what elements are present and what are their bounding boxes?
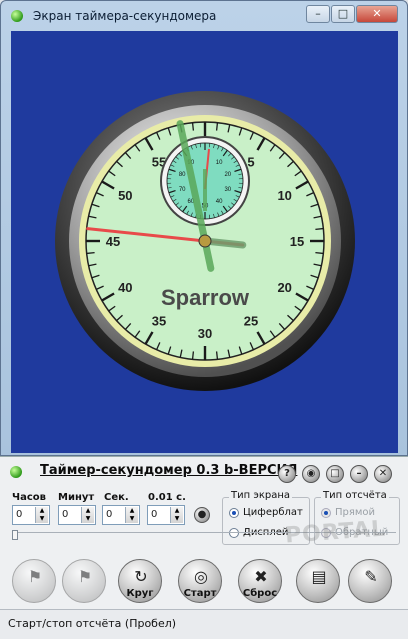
- status-text: Старт/стоп отсчёта (Пробел): [8, 617, 176, 630]
- subdial-number: 70: [179, 187, 186, 193]
- panel-app-icon: [10, 466, 22, 478]
- hours-label: Часов: [12, 492, 46, 503]
- maximize-button[interactable]: □: [331, 5, 355, 23]
- dial-tick: [217, 123, 218, 131]
- dial-number: 50: [118, 188, 132, 203]
- reset-label: Сброс: [239, 588, 281, 599]
- radio-forward-label[interactable]: Прямой: [335, 507, 375, 518]
- subdial-number: 20: [224, 172, 231, 178]
- hours-spinner[interactable]: 0 ▲▼: [12, 505, 50, 525]
- refresh-icon: ↻: [132, 568, 150, 586]
- flag-icon: ⚑: [26, 568, 44, 586]
- dial-tick: [315, 253, 323, 254]
- dial-number: 40: [118, 280, 132, 295]
- minutes-spin-arrows[interactable]: ▲▼: [81, 507, 94, 523]
- hours-value: 0: [16, 509, 22, 520]
- dial-tick: [193, 123, 194, 131]
- dial-brand: Sparrow: [161, 285, 250, 310]
- settings-button[interactable]: ✎: [348, 559, 392, 603]
- stopwatch-window: Экран таймера-секундомера – □ ✕ 05101520…: [0, 0, 408, 456]
- dial-number: 5: [247, 154, 254, 169]
- center-cap: [199, 235, 211, 247]
- log-button[interactable]: ▤: [296, 559, 340, 603]
- dial-tick: [315, 229, 323, 230]
- seconds-label: Сек.: [104, 492, 129, 503]
- control-panel: Таймер-секундомер 0.3 b-ВЕРСИЯ ? ◉ □ – ✕…: [0, 456, 408, 638]
- restore-panel-button[interactable]: □: [326, 465, 344, 483]
- document-icon: ▤: [310, 568, 328, 586]
- dial-number: 25: [244, 314, 258, 329]
- seconds-value: 0: [106, 509, 112, 520]
- radio-dial[interactable]: [229, 508, 239, 518]
- help-button[interactable]: ?: [278, 465, 296, 483]
- centis-value: 0: [151, 509, 157, 520]
- tools-icon: ✎: [362, 568, 380, 586]
- minutes-label: Минут: [58, 492, 94, 503]
- centis-spinner[interactable]: 0 ▲▼: [147, 505, 185, 525]
- minimize-button[interactable]: –: [306, 5, 330, 23]
- start-label: Старт: [179, 588, 221, 599]
- globe-icon: ◎: [192, 568, 210, 586]
- dial-number: 20: [277, 280, 291, 295]
- app-icon: [11, 10, 23, 22]
- eye-button[interactable]: ◉: [302, 465, 320, 483]
- radio-dial-label[interactable]: Циферблат: [243, 507, 303, 518]
- dial-tick: [87, 253, 95, 254]
- dial-tick: [193, 351, 194, 359]
- dial-canvas: 0510152025303540455055Sparrow10203040506…: [11, 31, 398, 453]
- subdial-number: 10: [216, 160, 223, 166]
- time-slider-thumb[interactable]: [12, 530, 18, 540]
- hours-spin-arrows[interactable]: ▲▼: [35, 507, 48, 523]
- apply-time-button[interactable]: ●: [194, 507, 210, 523]
- export-icon: ⚑: [76, 568, 94, 586]
- status-bar: Старт/стоп отсчёта (Пробел): [0, 609, 408, 639]
- count-type-title: Тип отсчёта: [321, 490, 389, 501]
- close-button[interactable]: ✕: [356, 5, 398, 23]
- reset-button[interactable]: ✖ Сброс: [238, 559, 282, 603]
- subdial-number: 40: [216, 199, 223, 205]
- radio-forward[interactable]: [321, 508, 331, 518]
- minutes-spinner[interactable]: 0 ▲▼: [58, 505, 96, 525]
- dial-number: 10: [277, 188, 291, 203]
- cross-icon: ✖: [252, 568, 270, 586]
- centis-spin-arrows[interactable]: ▲▼: [170, 507, 183, 523]
- dial-number: 35: [152, 314, 166, 329]
- stopwatch-dial: 0510152025303540455055Sparrow10203040506…: [11, 31, 398, 453]
- start-button[interactable]: ◎ Старт: [178, 559, 222, 603]
- subdial-number: 80: [179, 172, 186, 178]
- screen-type-title: Тип экрана: [229, 490, 292, 501]
- lap-button[interactable]: ↻ Круг: [118, 559, 162, 603]
- window-title: Экран таймера-секундомера: [33, 9, 216, 23]
- close-panel-button[interactable]: ✕: [374, 465, 392, 483]
- lap-label: Круг: [119, 588, 161, 599]
- panel-title: Таймер-секундомер 0.3 b-ВЕРСИЯ: [40, 463, 297, 478]
- seconds-spinner[interactable]: 0 ▲▼: [102, 505, 140, 525]
- export-button[interactable]: ⚑: [62, 559, 106, 603]
- seconds-spin-arrows[interactable]: ▲▼: [125, 507, 138, 523]
- centis-label: 0.01 с.: [148, 492, 186, 503]
- minutes-value: 0: [62, 509, 68, 520]
- minimize-panel-button[interactable]: –: [350, 465, 368, 483]
- dial-number: 15: [290, 234, 304, 249]
- dial-number: 30: [198, 326, 212, 341]
- window-titlebar[interactable]: Экран таймера-секундомера – □ ✕: [1, 1, 407, 31]
- subdial-number: 30: [224, 187, 231, 193]
- dial-tick: [217, 351, 218, 359]
- dial-number: 45: [106, 234, 120, 249]
- flag-button[interactable]: ⚑: [12, 559, 56, 603]
- record-icon: ●: [198, 509, 207, 520]
